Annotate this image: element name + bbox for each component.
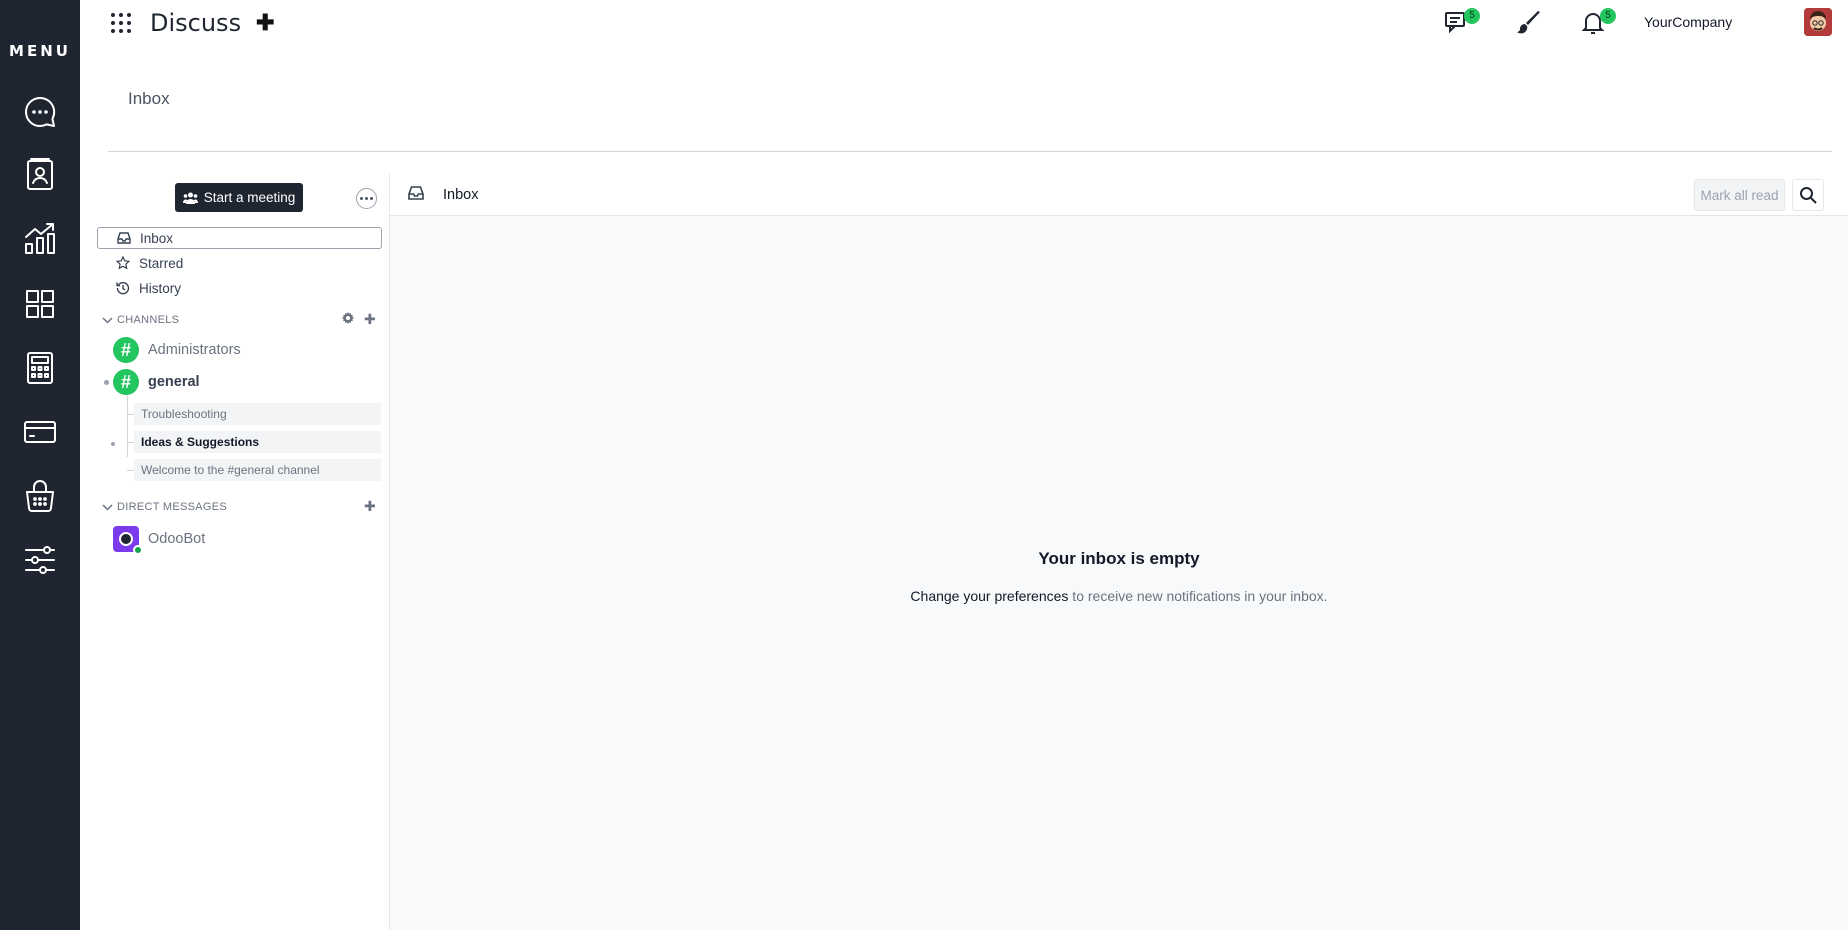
basket-icon[interactable] [20,476,60,516]
sidebar-item-label: Starred [139,255,184,271]
direct-messages-header[interactable]: DIRECT MESSAGES [117,501,227,513]
menu-label[interactable]: MENU [0,42,80,60]
thread-header: Inbox Mark all read [390,174,1848,216]
more-options-icon[interactable] [356,188,377,209]
online-status-icon [133,545,143,555]
thread-connector [127,396,128,457]
search-icon [1800,187,1817,204]
thread-connector-tick [127,414,134,415]
chevron-down-icon[interactable] [97,503,117,511]
thread-view: Inbox Mark all read Your inbox is empty … [390,174,1848,930]
thread-item-ideas[interactable]: Ideas & Suggestions [134,431,381,453]
channel-settings-icon[interactable] [341,311,354,328]
control-panel: Inbox [108,46,1832,152]
history-icon [113,281,133,295]
sidebar-item-inbox[interactable]: Inbox [97,227,382,249]
contacts-icon[interactable] [20,155,60,195]
analytics-icon[interactable] [20,219,60,259]
channels-category: CHANNELS ✚ [97,311,382,329]
channel-hash-icon: # [113,337,139,363]
start-meeting-button[interactable]: Start a meeting [175,183,303,212]
thread-item-troubleshooting[interactable]: Troubleshooting [134,403,381,425]
channel-name: general [148,374,200,390]
card-icon[interactable] [20,412,60,452]
add-direct-message-icon[interactable]: ✚ [364,498,376,515]
thread-connector-tick [127,442,134,443]
thread-name: Welcome to the #general channel [141,463,320,477]
top-navbar: Discuss ✚ 5 5 YourCompany [80,0,1848,46]
users-icon [182,192,198,204]
brush-icon[interactable] [1516,10,1544,38]
thread-title: Inbox [443,187,479,203]
thread-name: Troubleshooting [141,407,227,421]
sidebar-item-history[interactable]: History [97,277,382,299]
add-channel-icon[interactable]: ✚ [364,311,376,328]
chevron-down-icon[interactable] [97,316,117,324]
channel-name: Administrators [148,342,241,358]
discuss-sidebar: Start a meeting Inbox Starred History CH… [80,174,390,930]
mark-all-read-button[interactable]: Mark all read [1694,179,1785,211]
start-meeting-label: Start a meeting [203,190,296,205]
user-avatar[interactable] [1804,8,1832,36]
channel-hash-icon: # [113,369,139,395]
empty-state-text: Change your preferences to receive new n… [390,588,1848,604]
star-icon [113,256,133,270]
channels-header[interactable]: CHANNELS [117,314,179,326]
app-title[interactable]: Discuss [150,9,241,37]
breadcrumb: Inbox [128,89,170,108]
messages-icon[interactable]: 5 [1444,8,1480,38]
discuss-icon[interactable] [20,92,60,132]
thread-name: Ideas & Suggestions [141,435,260,449]
direct-messages-category: DIRECT MESSAGES ✚ [97,498,382,516]
empty-state-title: Your inbox is empty [1038,549,1200,568]
dm-name: OdooBot [148,531,206,547]
calculator-icon[interactable] [20,348,60,388]
new-plus-icon[interactable]: ✚ [256,10,274,36]
bell-icon[interactable]: 5 [1580,8,1616,38]
inbox-icon [114,232,134,244]
search-button[interactable] [1792,179,1824,211]
empty-state-rest: to receive new notifications in your inb… [1068,588,1328,604]
sidebar-item-label: History [139,280,182,296]
apps-grid-icon[interactable] [20,284,60,324]
app-rail: MENU [0,0,80,930]
app-switcher-icon[interactable] [110,12,132,34]
change-preferences-link[interactable]: Change your preferences [910,588,1068,604]
thread-connector-tick [127,470,134,471]
sidebar-item-label: Inbox [140,230,174,246]
settings-sliders-icon[interactable] [20,540,60,580]
unread-dot [111,442,115,446]
activities-badge: 5 [1600,8,1616,24]
inbox-icon [408,186,424,203]
thread-item-welcome[interactable]: Welcome to the #general channel [134,459,381,481]
odoobot-avatar [113,526,143,555]
messages-badge: 5 [1464,8,1480,24]
company-switcher[interactable]: YourCompany [1644,14,1732,30]
channel-item-administrators[interactable]: # Administrators [97,336,382,364]
sidebar-item-starred[interactable]: Starred [97,252,382,274]
dm-item-odoobot[interactable]: OdooBot [97,525,382,555]
channel-item-general[interactable]: # general [97,368,382,396]
